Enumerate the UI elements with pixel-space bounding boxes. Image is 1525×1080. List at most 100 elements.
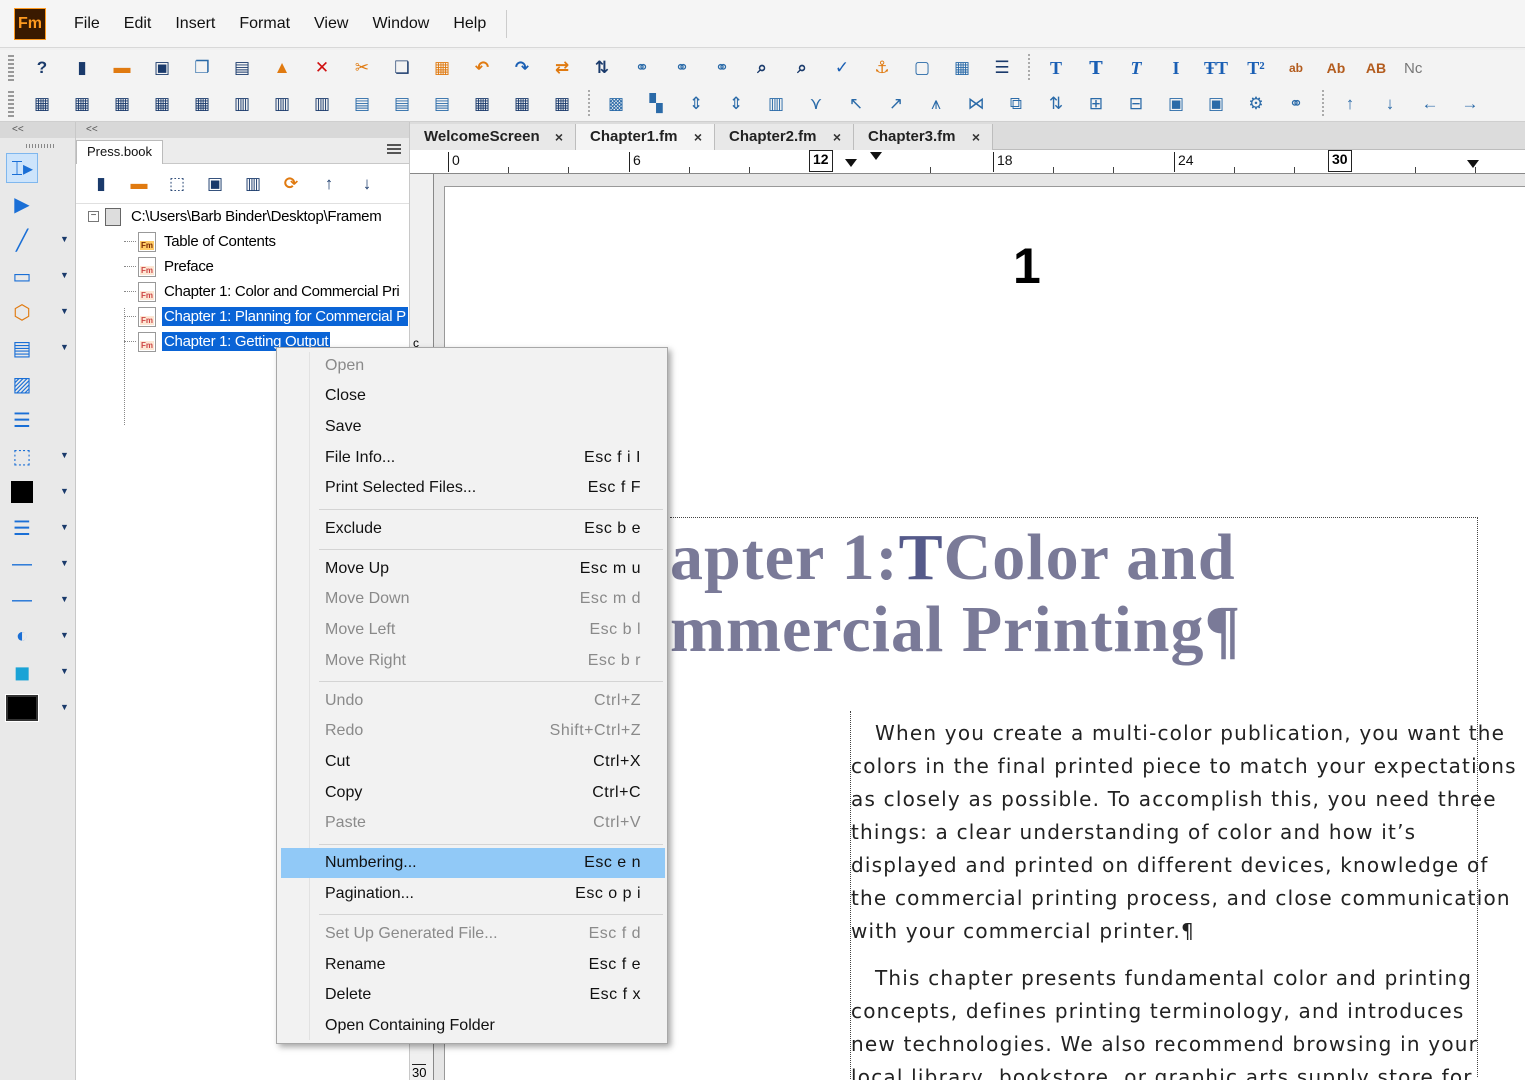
tool-flow[interactable]: ☰ bbox=[6, 404, 56, 436]
arrow-left-icon[interactable]: ← bbox=[1417, 91, 1443, 117]
save-book-icon[interactable]: ▣ bbox=[202, 171, 228, 197]
move-down-icon[interactable]: ↓ bbox=[354, 171, 380, 197]
chevron-down-icon[interactable]: ▼ bbox=[60, 666, 69, 676]
close-icon[interactable]: × bbox=[555, 124, 563, 150]
tool-line-style[interactable]: — ▼ bbox=[6, 548, 69, 580]
chevron-down-icon[interactable]: ▼ bbox=[60, 486, 69, 496]
tool-polygon[interactable]: ⬡ ▼ bbox=[6, 296, 69, 328]
toolbox-collapse[interactable]: << bbox=[0, 122, 75, 138]
toolbar-grip-2[interactable] bbox=[8, 90, 14, 117]
menu-item-file-info[interactable]: File Info... Esc f i I bbox=[281, 443, 665, 473]
table-1-icon[interactable]: ▦ bbox=[29, 91, 55, 117]
toolbar-grip[interactable] bbox=[8, 55, 14, 81]
collapse-icon[interactable]: − bbox=[88, 211, 99, 222]
menu-item-numbering[interactable]: Numbering... Esc e n bbox=[281, 848, 665, 878]
paste-icon[interactable]: ▦ bbox=[429, 55, 455, 81]
tab-chapter2[interactable]: Chapter2.fm × bbox=[715, 124, 854, 150]
chevron-down-icon[interactable]: ▼ bbox=[60, 594, 69, 604]
align-16-icon[interactable]: ▣ bbox=[1203, 91, 1229, 117]
undo-icon[interactable]: ↶ bbox=[469, 55, 495, 81]
spell-icon[interactable]: ✓ bbox=[829, 55, 855, 81]
delete-icon[interactable]: ✕ bbox=[309, 55, 335, 81]
open-icon[interactable]: ▬ bbox=[109, 55, 135, 81]
menu-help[interactable]: Help bbox=[441, 0, 498, 48]
menu-item-undo[interactable]: Undo Ctrl+Z bbox=[281, 686, 665, 716]
align-17-icon[interactable]: ⚙ bbox=[1243, 91, 1269, 117]
table-8-icon[interactable]: ▥ bbox=[309, 91, 335, 117]
table-2-icon[interactable]: ▦ bbox=[69, 91, 95, 117]
text-plain-icon[interactable]: T bbox=[1043, 55, 1069, 81]
trash-icon[interactable]: ▥ bbox=[240, 171, 266, 197]
menu-item-print-selected[interactable]: Print Selected Files... Esc f F bbox=[281, 473, 665, 503]
table-6-icon[interactable]: ▥ bbox=[229, 91, 255, 117]
chevron-down-icon[interactable]: ▼ bbox=[60, 522, 69, 532]
first-indent-marker[interactable] bbox=[870, 152, 882, 160]
update-book-icon[interactable]: ⟳ bbox=[278, 171, 304, 197]
table-4-icon[interactable]: ▦ bbox=[149, 91, 175, 117]
book-tab[interactable]: Press.book bbox=[76, 140, 164, 164]
menu-format[interactable]: Format bbox=[227, 0, 302, 48]
menu-item-open-folder[interactable]: Open Containing Folder bbox=[281, 1011, 665, 1041]
index-icon[interactable]: ⚭ bbox=[709, 55, 735, 81]
chevron-down-icon[interactable]: ▼ bbox=[60, 630, 69, 640]
ref-icon[interactable]: ⚭ bbox=[629, 55, 655, 81]
tool-dash[interactable]: — ▼ bbox=[6, 584, 69, 616]
link-icon[interactable]: ⇅ bbox=[589, 55, 615, 81]
repeat-icon[interactable]: ⇄ bbox=[549, 55, 575, 81]
text-super-icon[interactable]: ŦT bbox=[1203, 55, 1229, 81]
table-13-icon[interactable]: ▦ bbox=[509, 91, 535, 117]
tool-text-select[interactable]: ⌶▸ bbox=[6, 152, 56, 184]
table-7-icon[interactable]: ▥ bbox=[269, 91, 295, 117]
tool-line-width[interactable]: ☰ ▼ bbox=[6, 512, 69, 544]
table-icon[interactable]: ▦ bbox=[949, 55, 975, 81]
menu-item-redo[interactable]: Redo Shift+Ctrl+Z bbox=[281, 716, 665, 746]
right-indent-marker[interactable] bbox=[1467, 160, 1479, 168]
align-11-icon[interactable]: ⧉ bbox=[1003, 91, 1029, 117]
close-icon[interactable]: × bbox=[833, 124, 841, 150]
menu-file[interactable]: File bbox=[62, 0, 112, 48]
chevron-down-icon[interactable]: ▼ bbox=[60, 234, 69, 244]
text-small-icon[interactable]: ab bbox=[1283, 55, 1309, 81]
tab-welcomescreen[interactable]: WelcomeScreen × bbox=[410, 124, 576, 150]
menu-item-setup-generated[interactable]: Set Up Generated File... Esc f d bbox=[281, 919, 665, 949]
save-icon[interactable]: ▣ bbox=[149, 55, 175, 81]
menu-item-rename[interactable]: Rename Esc f e bbox=[281, 950, 665, 980]
menu-item-cut[interactable]: Cut Ctrl+X bbox=[281, 747, 665, 777]
book-panel-collapse[interactable]: << bbox=[76, 122, 409, 138]
tool-fill[interactable]: ▼ bbox=[6, 476, 69, 508]
align-3-icon[interactable]: ⇕ bbox=[683, 91, 709, 117]
arrow-up-icon[interactable]: ↑ bbox=[1337, 91, 1363, 117]
copy-icon[interactable]: ❏ bbox=[389, 55, 415, 81]
menu-item-save[interactable]: Save bbox=[281, 412, 665, 442]
var-icon[interactable]: ⚭ bbox=[669, 55, 695, 81]
align-1-icon[interactable]: ▩ bbox=[603, 91, 629, 117]
panel-menu-icon[interactable] bbox=[387, 144, 401, 154]
menu-item-paste[interactable]: Paste Ctrl+V bbox=[281, 808, 665, 838]
anchor-icon[interactable]: ⚓ bbox=[869, 55, 895, 81]
align-8-icon[interactable]: ↗ bbox=[883, 91, 909, 117]
add-group-icon[interactable]: ⬚ bbox=[164, 171, 190, 197]
cut-icon[interactable]: ✂ bbox=[349, 55, 375, 81]
close-icon[interactable]: × bbox=[972, 124, 980, 150]
chevron-down-icon[interactable]: ▼ bbox=[60, 270, 69, 280]
save-all-icon[interactable]: ❐ bbox=[189, 55, 215, 81]
menu-window[interactable]: Window bbox=[360, 0, 441, 48]
text-serif-icon[interactable]: I bbox=[1163, 55, 1189, 81]
menu-item-pagination[interactable]: Pagination... Esc o p i bbox=[281, 879, 665, 909]
chevron-down-icon[interactable]: ▼ bbox=[60, 306, 69, 316]
align-5-icon[interactable]: ▥ bbox=[763, 91, 789, 117]
align-2-icon[interactable]: ▚ bbox=[643, 91, 669, 117]
menu-item-move-down[interactable]: Move Down Esc m d bbox=[281, 584, 665, 614]
body-paragraph-2[interactable]: This chapter presents fundamental color … bbox=[851, 962, 1477, 1080]
lock-icon[interactable]: ▲ bbox=[269, 55, 295, 81]
tool-tint[interactable]: ◐ ▼ bbox=[6, 620, 69, 652]
horizontal-ruler[interactable]: 0 6 12 18 24 30 bbox=[410, 150, 1525, 174]
close-icon[interactable]: × bbox=[694, 124, 702, 150]
align-7-icon[interactable]: ↖ bbox=[843, 91, 869, 117]
table-9-icon[interactable]: ▤ bbox=[349, 91, 375, 117]
menu-item-copy[interactable]: Copy Ctrl+C bbox=[281, 778, 665, 808]
align-15-icon[interactable]: ▣ bbox=[1163, 91, 1189, 117]
frame-icon[interactable]: ▢ bbox=[909, 55, 935, 81]
menu-item-exclude[interactable]: Exclude Esc b e bbox=[281, 514, 665, 544]
menu-item-open[interactable]: Open bbox=[281, 351, 665, 381]
